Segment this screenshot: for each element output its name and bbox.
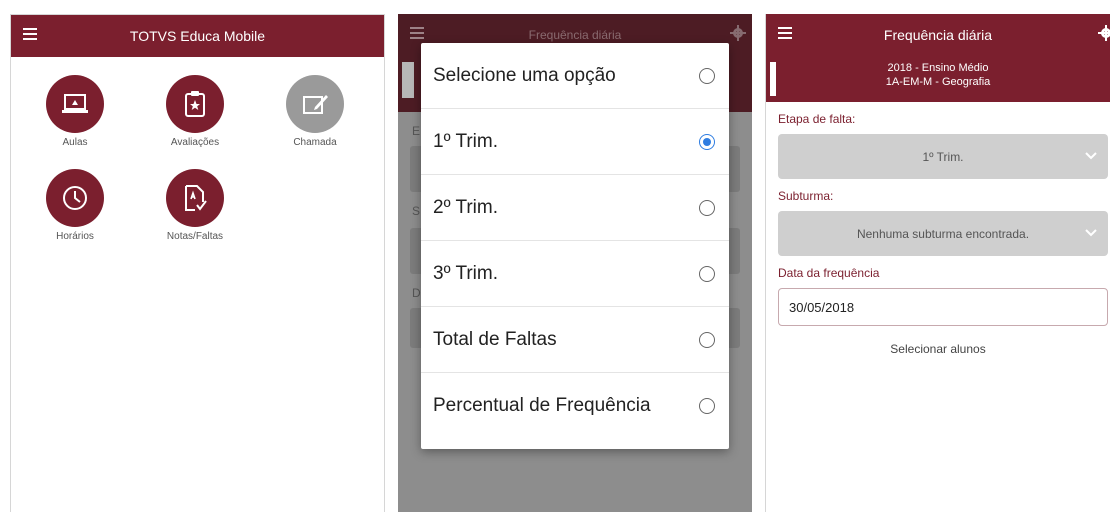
radio-selected-icon[interactable]: [699, 133, 715, 150]
menu-icon[interactable]: [23, 28, 37, 40]
option-dialog-screen: Frequência diária E S D Selecione uma op…: [398, 14, 752, 512]
option-label: 1º Trim.: [433, 130, 498, 152]
option-label: 3º Trim.: [433, 262, 498, 284]
radio-icon[interactable]: [699, 67, 715, 84]
tile-avaliacoes[interactable]: Avaliações: [145, 75, 245, 148]
dialog-title: Selecione uma opção: [433, 64, 616, 86]
subturma-select[interactable]: Nenhuma subturma encontrada.: [778, 211, 1108, 256]
option-total-faltas[interactable]: Total de Faltas: [421, 307, 729, 373]
radio-icon[interactable]: [699, 397, 715, 414]
radio-icon[interactable]: [699, 331, 715, 348]
tile-label: Notas/Faltas: [166, 231, 224, 242]
option-1-trim[interactable]: 1º Trim.: [421, 109, 729, 175]
date-value: 30/05/2018: [789, 299, 855, 315]
app-title: Frequência diária: [528, 28, 622, 42]
app-title: TOTVS Educa Mobile: [129, 28, 266, 44]
laptop-icon: [46, 75, 104, 133]
chevron-down-icon: [1085, 152, 1097, 160]
app-title: Frequência diária: [883, 27, 993, 43]
radio-icon[interactable]: [699, 199, 715, 216]
tile-notas-faltas[interactable]: Notas/Faltas: [145, 169, 245, 242]
edit-icon: [286, 75, 344, 133]
option-label: 2º Trim.: [433, 196, 498, 218]
option-dialog: Selecione uma opção 1º Trim. 2º Trim. 3º…: [421, 43, 729, 449]
app-bar: TOTVS Educa Mobile: [11, 15, 384, 57]
option-label: Percentual de Frequência: [433, 394, 651, 416]
tile-chamada[interactable]: Chamada: [265, 75, 365, 148]
option-2-trim[interactable]: 2º Trim.: [421, 175, 729, 241]
class-subheader: 2018 - Ensino Médio 1A-EM-M - Geografia: [766, 56, 1110, 102]
frequencia-diaria-screen: Frequência diária 2018 - Ensino Médio 1A…: [765, 14, 1110, 512]
tile-horarios[interactable]: Horários: [25, 169, 125, 242]
app-bar: Frequência diária: [766, 14, 1110, 56]
menu-icon: [410, 27, 424, 39]
subturma-label: Subturma:: [778, 189, 834, 203]
gear-icon: [730, 25, 746, 41]
clock-icon: [46, 169, 104, 227]
gear-icon[interactable]: [1098, 25, 1110, 41]
option-3-trim[interactable]: 3º Trim.: [421, 241, 729, 307]
tile-label: Avaliações: [170, 137, 220, 148]
subturma-value: Nenhuma subturma encontrada.: [856, 226, 1030, 241]
subheader-line-1: 2018 - Ensino Médio: [887, 62, 989, 74]
tile-label: Chamada: [293, 137, 337, 148]
date-field[interactable]: 30/05/2018: [778, 288, 1108, 326]
option-percentual-frequencia[interactable]: Percentual de Frequência: [421, 373, 729, 438]
dimmed-label: S: [412, 204, 421, 218]
etapa-label: Etapa de falta:: [778, 112, 856, 126]
chevron-down-icon: [1085, 229, 1097, 237]
document-grade-icon: [166, 169, 224, 227]
subheader-line-2: 1A-EM-M - Geografia: [885, 76, 991, 88]
data-label: Data da frequência: [778, 266, 880, 280]
tile-label: Aulas: [62, 137, 88, 148]
radio-icon[interactable]: [699, 265, 715, 282]
dimmed-label: D: [412, 286, 421, 300]
tile-aulas[interactable]: Aulas: [25, 75, 125, 148]
home-screen: TOTVS Educa Mobile Aulas Avaliações Cham…: [10, 14, 385, 512]
menu-icon[interactable]: [778, 27, 792, 39]
dialog-title-row[interactable]: Selecione uma opção: [421, 43, 729, 109]
dimmed-label: E: [412, 124, 421, 138]
option-label: Total de Faltas: [433, 328, 557, 350]
etapa-select[interactable]: 1º Trim.: [778, 134, 1108, 179]
clipboard-star-icon: [166, 75, 224, 133]
etapa-value: 1º Trim.: [922, 149, 964, 164]
tile-label: Horários: [56, 231, 94, 242]
select-students-button[interactable]: Selecionar alunos: [766, 342, 1110, 356]
